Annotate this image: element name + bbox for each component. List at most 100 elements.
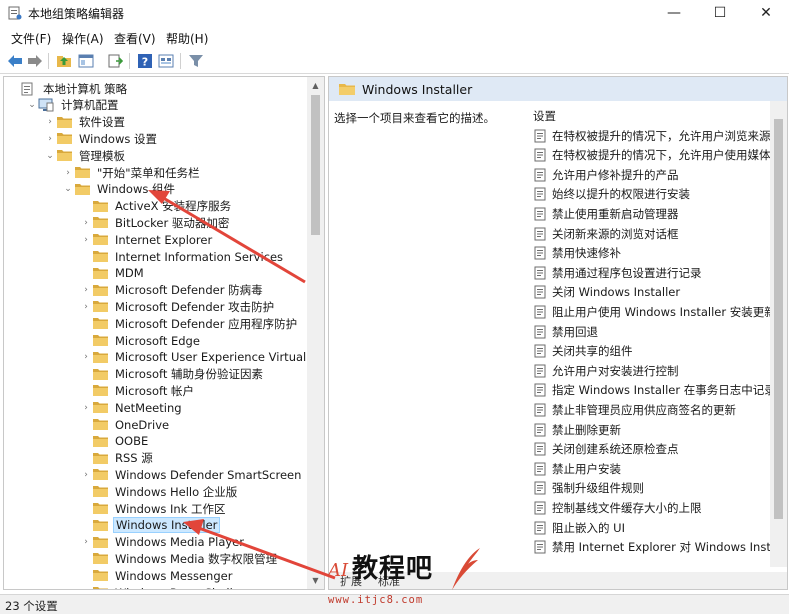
setting-row[interactable]: 禁止非管理员应用供应商签名的更新 xyxy=(533,401,736,418)
folder-icon xyxy=(92,317,110,331)
collapse-chevron-icon[interactable]: › xyxy=(62,168,74,178)
export-list-icon[interactable] xyxy=(106,52,124,70)
tree-item[interactable]: 本地计算机 策略 xyxy=(8,80,129,97)
setting-row[interactable]: 允许用户修补提升的产品 xyxy=(533,166,679,183)
show-hide-tree-icon[interactable] xyxy=(77,52,95,70)
tree-item[interactable]: RSS 源 xyxy=(80,450,155,467)
tree-item[interactable]: OneDrive xyxy=(80,416,171,433)
scroll-down-icon[interactable]: ▼ xyxy=(307,572,324,589)
collapse-chevron-icon[interactable]: › xyxy=(80,470,92,480)
tree-item-label: "开始"菜单和任务栏 xyxy=(97,165,200,180)
settings-scrollbar[interactable] xyxy=(770,101,787,567)
setting-row[interactable]: 禁止用户安装 xyxy=(533,460,621,477)
tree-item-label: NetMeeting xyxy=(115,400,182,415)
collapse-chevron-icon[interactable]: › xyxy=(80,285,92,295)
tab-standard[interactable]: 标准 xyxy=(370,572,408,589)
minimize-button[interactable]: — xyxy=(651,0,697,26)
setting-row[interactable]: 阻止嵌入的 UI xyxy=(533,519,625,536)
tree-item[interactable]: ⌄ Windows 组件 xyxy=(62,181,177,198)
tree-item[interactable]: Windows Media 数字权限管理 xyxy=(80,550,279,567)
collapse-chevron-icon[interactable]: › xyxy=(44,134,56,144)
folder-icon xyxy=(56,149,74,163)
menu-view[interactable]: 查看(V) xyxy=(114,30,156,47)
tree-item[interactable]: Windows Messenger xyxy=(80,567,234,584)
setting-row[interactable]: 关闭 Windows Installer xyxy=(533,284,680,301)
tree-item[interactable]: Microsoft Edge xyxy=(80,332,202,349)
setting-row[interactable]: 禁用 Internet Explorer 对 Windows Installer… xyxy=(533,539,787,556)
tree-item[interactable]: Windows Ink 工作区 xyxy=(80,500,228,517)
setting-row[interactable]: 在特权被提升的情况下，允许用户使用媒体源 xyxy=(533,147,782,164)
setting-row[interactable]: 关闭新来源的浏览对话框 xyxy=(533,225,679,242)
tree-item[interactable]: › NetMeeting xyxy=(80,399,184,416)
setting-row[interactable]: 禁用回退 xyxy=(533,323,598,340)
setting-row[interactable]: 阻止用户使用 Windows Installer 安装更新和升级 xyxy=(533,303,787,320)
setting-row[interactable]: 允许用户对安装进行控制 xyxy=(533,362,679,379)
tree-item[interactable]: › BitLocker 驱动器加密 xyxy=(80,214,231,231)
tree-item[interactable]: Windows PowerShell xyxy=(80,584,235,589)
settings-scroll-thumb[interactable] xyxy=(774,119,783,519)
back-arrow-icon[interactable] xyxy=(6,52,24,70)
menu-file[interactable]: 文件(F) xyxy=(11,30,51,47)
tree-item[interactable]: › 软件设置 xyxy=(44,114,127,131)
setting-row[interactable]: 禁用快速修补 xyxy=(533,245,621,262)
tree-item[interactable]: › Windows Media Player xyxy=(80,534,246,551)
setting-row[interactable]: 关闭创建系统还原检查点 xyxy=(533,441,679,458)
tree-item[interactable]: › Windows 设置 xyxy=(44,130,159,147)
title-bar: 本地组策略编辑器 — ☐ ✕ xyxy=(0,0,789,26)
properties-icon[interactable] xyxy=(157,52,175,70)
expand-chevron-icon[interactable]: ⌄ xyxy=(44,151,56,161)
setting-row[interactable]: 禁止使用重新启动管理器 xyxy=(533,205,679,222)
filter-icon[interactable] xyxy=(187,52,205,70)
tree-scrollbar[interactable]: ▲ ▼ xyxy=(307,77,324,589)
tree-item[interactable]: › "开始"菜单和任务栏 xyxy=(62,164,202,181)
tree-item[interactable]: › Internet Explorer xyxy=(80,231,214,248)
tree-item[interactable]: Microsoft 辅助身份验证因素 xyxy=(80,366,265,383)
maximize-button[interactable]: ☐ xyxy=(697,0,743,26)
scroll-up-icon[interactable]: ▲ xyxy=(307,77,324,94)
menu-help[interactable]: 帮助(H) xyxy=(166,30,208,47)
collapse-chevron-icon[interactable]: › xyxy=(80,352,92,362)
tree-item[interactable]: Microsoft 帐户 xyxy=(80,382,196,399)
tree-item[interactable]: ⌄ 管理模板 xyxy=(44,147,127,164)
tree-item[interactable]: › Microsoft User Experience Virtualizatio… xyxy=(80,349,324,366)
up-folder-icon[interactable] xyxy=(55,52,73,70)
setting-row[interactable]: 关闭共享的组件 xyxy=(533,343,633,360)
tree-item[interactable]: › Microsoft Defender 攻击防护 xyxy=(80,298,276,315)
setting-row[interactable]: 在特权被提升的情况下，允许用户浏览来源 xyxy=(533,127,771,144)
setting-row[interactable]: 始终以提升的权限进行安装 xyxy=(533,186,690,203)
tree-item[interactable]: ActiveX 安装程序服务 xyxy=(80,198,233,215)
close-button[interactable]: ✕ xyxy=(743,0,789,26)
tree-item[interactable]: › Windows Defender SmartScreen xyxy=(80,466,303,483)
policy-setting-icon xyxy=(533,285,547,299)
policy-setting-icon xyxy=(533,344,547,358)
collapse-chevron-icon[interactable]: › xyxy=(80,235,92,245)
forward-arrow-icon[interactable] xyxy=(26,52,44,70)
tree-item[interactable]: Windows Hello 企业版 xyxy=(80,483,239,500)
settings-column-header[interactable]: 设置 xyxy=(533,108,556,124)
setting-row[interactable]: 禁止删除更新 xyxy=(533,421,621,438)
tab-extended[interactable]: 扩展 xyxy=(332,572,370,589)
tree-scroll-thumb[interactable] xyxy=(311,95,320,235)
collapse-chevron-icon[interactable]: › xyxy=(80,537,92,547)
menu-action[interactable]: 操作(A) xyxy=(62,30,104,47)
tree-item[interactable]: › Microsoft Defender 防病毒 xyxy=(80,282,265,299)
tree-pane[interactable]: 本地计算机 策略 ⌄ 计算机配置 › 软件设置 › Windows 设置 ⌄ 管理模板 › "开始"… xyxy=(3,76,325,590)
tree-item[interactable]: Windows Installer xyxy=(80,517,221,534)
tree-item[interactable]: OOBE xyxy=(80,433,150,450)
expand-chevron-icon[interactable]: ⌄ xyxy=(62,184,74,194)
tree-item[interactable]: MDM xyxy=(80,265,146,282)
setting-row[interactable]: 指定 Windows Installer 在事务日志中记录的等待时间 xyxy=(533,382,787,399)
expand-chevron-icon[interactable]: ⌄ xyxy=(26,100,38,110)
tree-item[interactable]: Internet Information Services xyxy=(80,248,285,265)
collapse-chevron-icon[interactable]: › xyxy=(80,403,92,413)
collapse-chevron-icon[interactable]: › xyxy=(44,117,56,127)
setting-row[interactable]: 强制升级组件规则 xyxy=(533,480,644,497)
setting-row[interactable]: 控制基线文件缓存大小的上限 xyxy=(533,499,702,516)
setting-row[interactable]: 禁用通过程序包设置进行记录 xyxy=(533,264,702,281)
collapse-chevron-icon[interactable]: › xyxy=(80,302,92,312)
collapse-chevron-icon[interactable]: › xyxy=(80,218,92,228)
help-icon[interactable]: ? xyxy=(136,52,154,70)
tree-item[interactable]: Microsoft Defender 应用程序防护 xyxy=(80,315,299,332)
tree-item[interactable]: ⌄ 计算机配置 xyxy=(26,97,121,114)
setting-label: 允许用户修补提升的产品 xyxy=(552,167,679,182)
